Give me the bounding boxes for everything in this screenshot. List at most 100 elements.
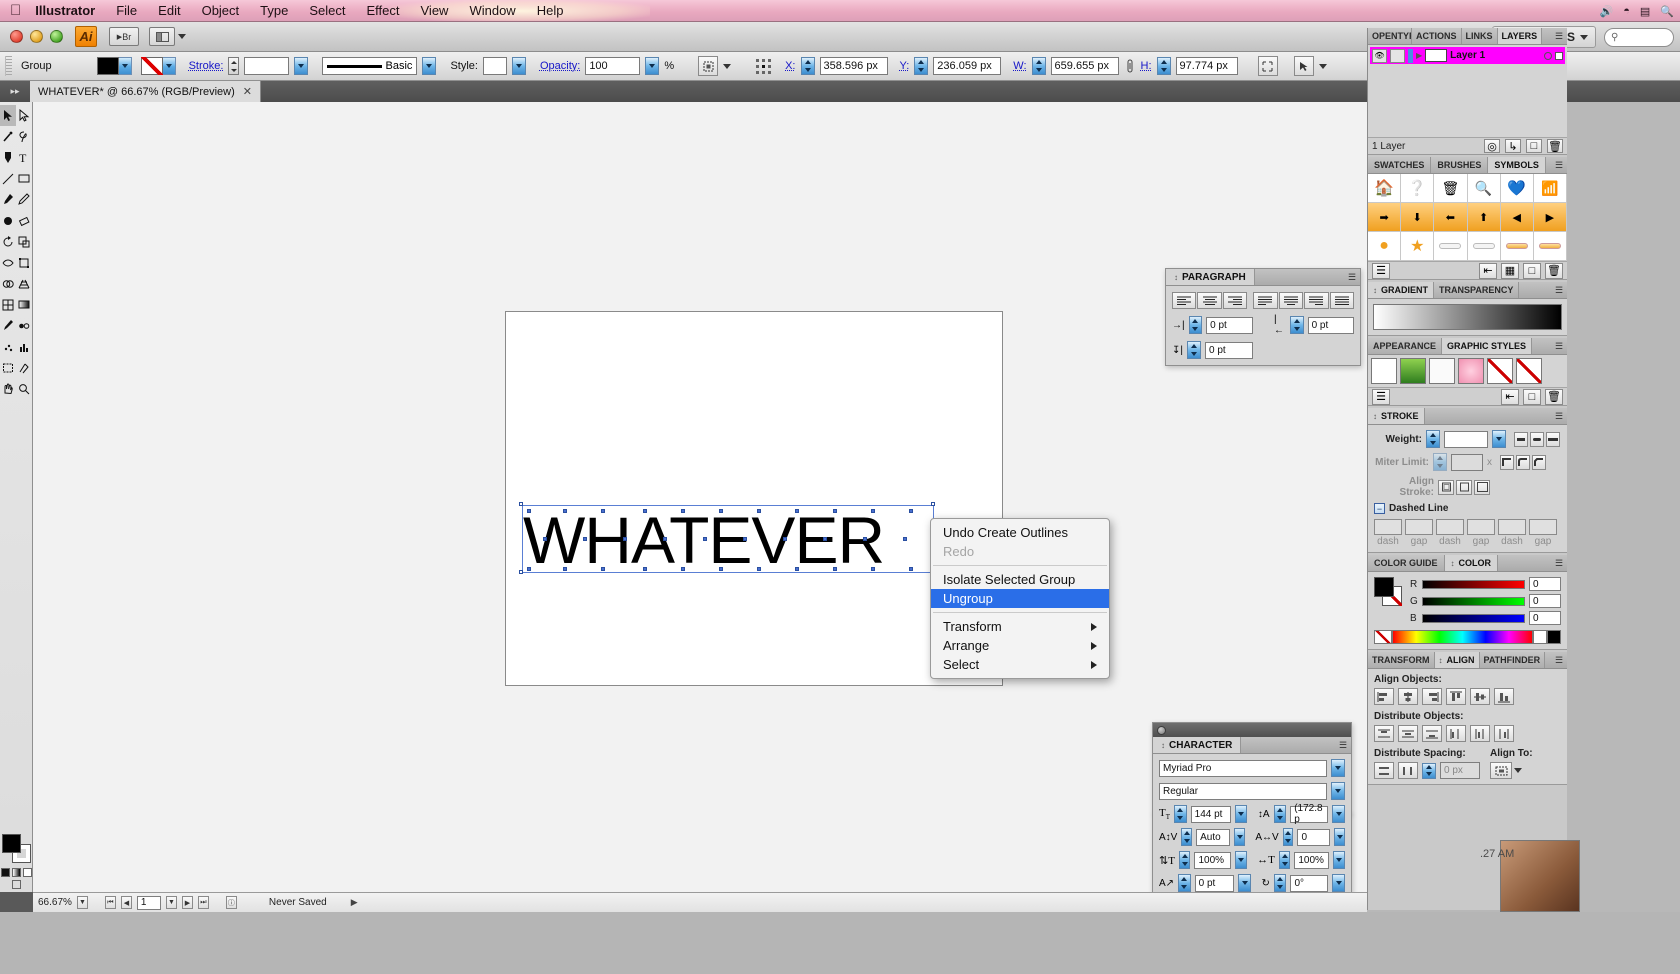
align-stroke-outside-icon[interactable] <box>1474 479 1490 495</box>
kerning-stepper[interactable] <box>1181 828 1193 846</box>
align-panel[interactable]: TRANSFORM ↕ ALIGN PATHFINDER ☰ Align Obj… <box>1368 652 1567 785</box>
dash-field-3[interactable] <box>1498 519 1526 535</box>
graphic-style-swatch[interactable] <box>1516 358 1542 384</box>
path-anchor[interactable] <box>563 509 567 513</box>
channel-g-slider[interactable] <box>1422 596 1525 606</box>
tab-transform[interactable]: TRANSFORM <box>1368 652 1435 668</box>
reference-point-icon[interactable] <box>753 56 773 76</box>
symbol-question-icon[interactable]: ❔ <box>1401 174 1435 203</box>
character-panel-menu-icon[interactable]: ☰ <box>1335 737 1351 753</box>
color-fill-indicator[interactable] <box>1374 577 1394 597</box>
right-indent-stepper[interactable] <box>1290 316 1304 334</box>
tab-transparency[interactable]: TRANSPARENCY <box>1434 282 1520 298</box>
tab-symbols[interactable]: SYMBOLS <box>1488 157 1546 173</box>
path-anchor[interactable] <box>909 567 913 571</box>
align-right-icon[interactable] <box>1222 292 1248 309</box>
none-color-swatch[interactable] <box>1374 630 1392 644</box>
miter-join-icon[interactable] <box>1500 454 1514 470</box>
gradient-preview[interactable] <box>1373 304 1562 330</box>
justify-last-center-icon[interactable] <box>1278 292 1304 309</box>
symbol-bar-gold-icon[interactable] <box>1533 232 1567 261</box>
context-menu-item-transform[interactable]: Transform <box>931 617 1109 636</box>
transform-icon[interactable] <box>698 56 719 76</box>
context-menu-item-isolate-selected-group[interactable]: Isolate Selected Group <box>931 570 1109 589</box>
y-stepper[interactable] <box>914 57 929 75</box>
graphic-styles-panel[interactable]: APPEARANCE GRAPHIC STYLES ☰ ☰ ⇤ □ 🗑 <box>1368 338 1567 406</box>
character-panel-close-icon[interactable] <box>1157 725 1166 735</box>
symbol-options-icon[interactable]: ▦ <box>1501 262 1519 279</box>
stroke-panel[interactable]: ↕ STROKE ☰ Weight: Miter Limit: x Align … <box>1368 408 1567 553</box>
layers-panel-menu-icon[interactable]: ☰ <box>1551 28 1567 44</box>
vertical-align-center-icon[interactable] <box>1470 688 1490 705</box>
arrange-documents-button[interactable] <box>149 27 175 46</box>
menu-object[interactable]: Object <box>202 3 240 18</box>
tab-align[interactable]: ↕ ALIGN <box>1434 652 1480 668</box>
round-join-icon[interactable] <box>1516 454 1530 470</box>
horizontal-distribute-right-icon[interactable] <box>1494 725 1514 742</box>
column-graph-tool-icon[interactable] <box>16 336 32 357</box>
kerning-field[interactable]: Auto <box>1196 828 1231 846</box>
align-to-selection-icon[interactable] <box>1490 762 1512 779</box>
minimize-window-button[interactable] <box>30 30 43 43</box>
brush-definition-field[interactable]: Basic <box>322 57 418 75</box>
none-button[interactable] <box>23 868 32 877</box>
butt-cap-icon[interactable] <box>1514 431 1528 447</box>
lasso-tool-icon[interactable] <box>16 126 32 147</box>
select-similar-icon[interactable] <box>1293 56 1314 76</box>
vertical-scale-field[interactable]: 100% <box>1194 851 1232 869</box>
bevel-join-icon[interactable] <box>1532 454 1546 470</box>
graphic-style-swatch[interactable] <box>1458 358 1484 384</box>
path-anchor[interactable] <box>527 567 531 571</box>
path-anchor[interactable] <box>757 567 761 571</box>
path-anchor[interactable] <box>783 537 787 541</box>
color-spectrum-bar[interactable] <box>1392 630 1533 644</box>
dash-field-2[interactable] <box>1436 519 1464 535</box>
layer-visibility-icon[interactable]: 👁 <box>1372 48 1387 63</box>
artboard[interactable]: WHATEVER <box>505 311 1003 686</box>
path-anchor[interactable] <box>757 509 761 513</box>
stroke-weight-panel-field[interactable] <box>1444 430 1488 448</box>
fill-swatch[interactable] <box>96 57 119 75</box>
stroke-weight-stepper[interactable] <box>228 57 240 75</box>
layer-row[interactable]: 👁 ▶ Layer 1 <box>1370 47 1565 64</box>
spacing-stepper[interactable] <box>1422 762 1436 779</box>
graphic-style-swatch[interactable] <box>1429 358 1455 384</box>
slice-tool-icon[interactable] <box>16 357 32 378</box>
left-indent-field[interactable]: 0 pt <box>1206 316 1253 334</box>
w-field[interactable]: 659.655 px <box>1050 57 1119 75</box>
path-anchor[interactable] <box>543 537 547 541</box>
path-anchor[interactable] <box>795 509 799 513</box>
create-sublayer-icon[interactable]: ↳ <box>1505 139 1521 153</box>
color-fill-stroke-control[interactable] <box>1374 577 1404 607</box>
baseline-shift-field[interactable]: 0 pt <box>1194 874 1235 892</box>
path-anchor[interactable] <box>623 537 627 541</box>
mesh-tool-icon[interactable] <box>0 294 16 315</box>
make-clipping-mask-icon[interactable]: ◎ <box>1484 139 1500 153</box>
context-menu[interactable]: Undo Create Outlines Redo Isolate Select… <box>930 518 1110 679</box>
space-before-field[interactable]: 0 pt <box>1204 341 1253 359</box>
font-family-dropdown-icon[interactable] <box>1331 759 1345 777</box>
h-field[interactable]: 97.774 px <box>1175 57 1238 75</box>
color-panel[interactable]: COLOR GUIDE ↕ COLOR ☰ R 0 G 0 B 0 <box>1368 555 1567 650</box>
horizontal-align-right-icon[interactable] <box>1422 688 1442 705</box>
horizontal-distribute-left-icon[interactable] <box>1446 725 1466 742</box>
layer-expand-icon[interactable]: ▶ <box>1416 51 1422 60</box>
select-similar-chevron-down-icon[interactable] <box>1318 63 1327 69</box>
pencil-tool-icon[interactable] <box>16 189 32 210</box>
y-field[interactable]: 236.059 px <box>933 57 1002 75</box>
first-artboard-icon[interactable]: ⏮ <box>104 896 116 909</box>
path-anchor[interactable] <box>563 567 567 571</box>
path-anchor[interactable] <box>871 509 875 513</box>
line-segment-tool-icon[interactable] <box>0 168 16 189</box>
screen-mode-icon[interactable] <box>12 880 21 889</box>
menu-effect[interactable]: Effect <box>366 3 399 18</box>
search-input[interactable]: ⚲ <box>1604 27 1674 47</box>
round-cap-icon[interactable] <box>1530 431 1544 447</box>
transform-chevron-down-icon[interactable] <box>723 63 732 69</box>
x-field[interactable]: 358.596 px <box>819 57 888 75</box>
space-before-stepper[interactable] <box>1186 341 1201 359</box>
eyedropper-tool-icon[interactable] <box>0 315 16 336</box>
layer-lock-icon[interactable] <box>1390 48 1405 63</box>
context-menu-item-arrange[interactable]: Arrange <box>931 636 1109 655</box>
symbol-rss-icon[interactable]: 📶 <box>1533 174 1567 203</box>
